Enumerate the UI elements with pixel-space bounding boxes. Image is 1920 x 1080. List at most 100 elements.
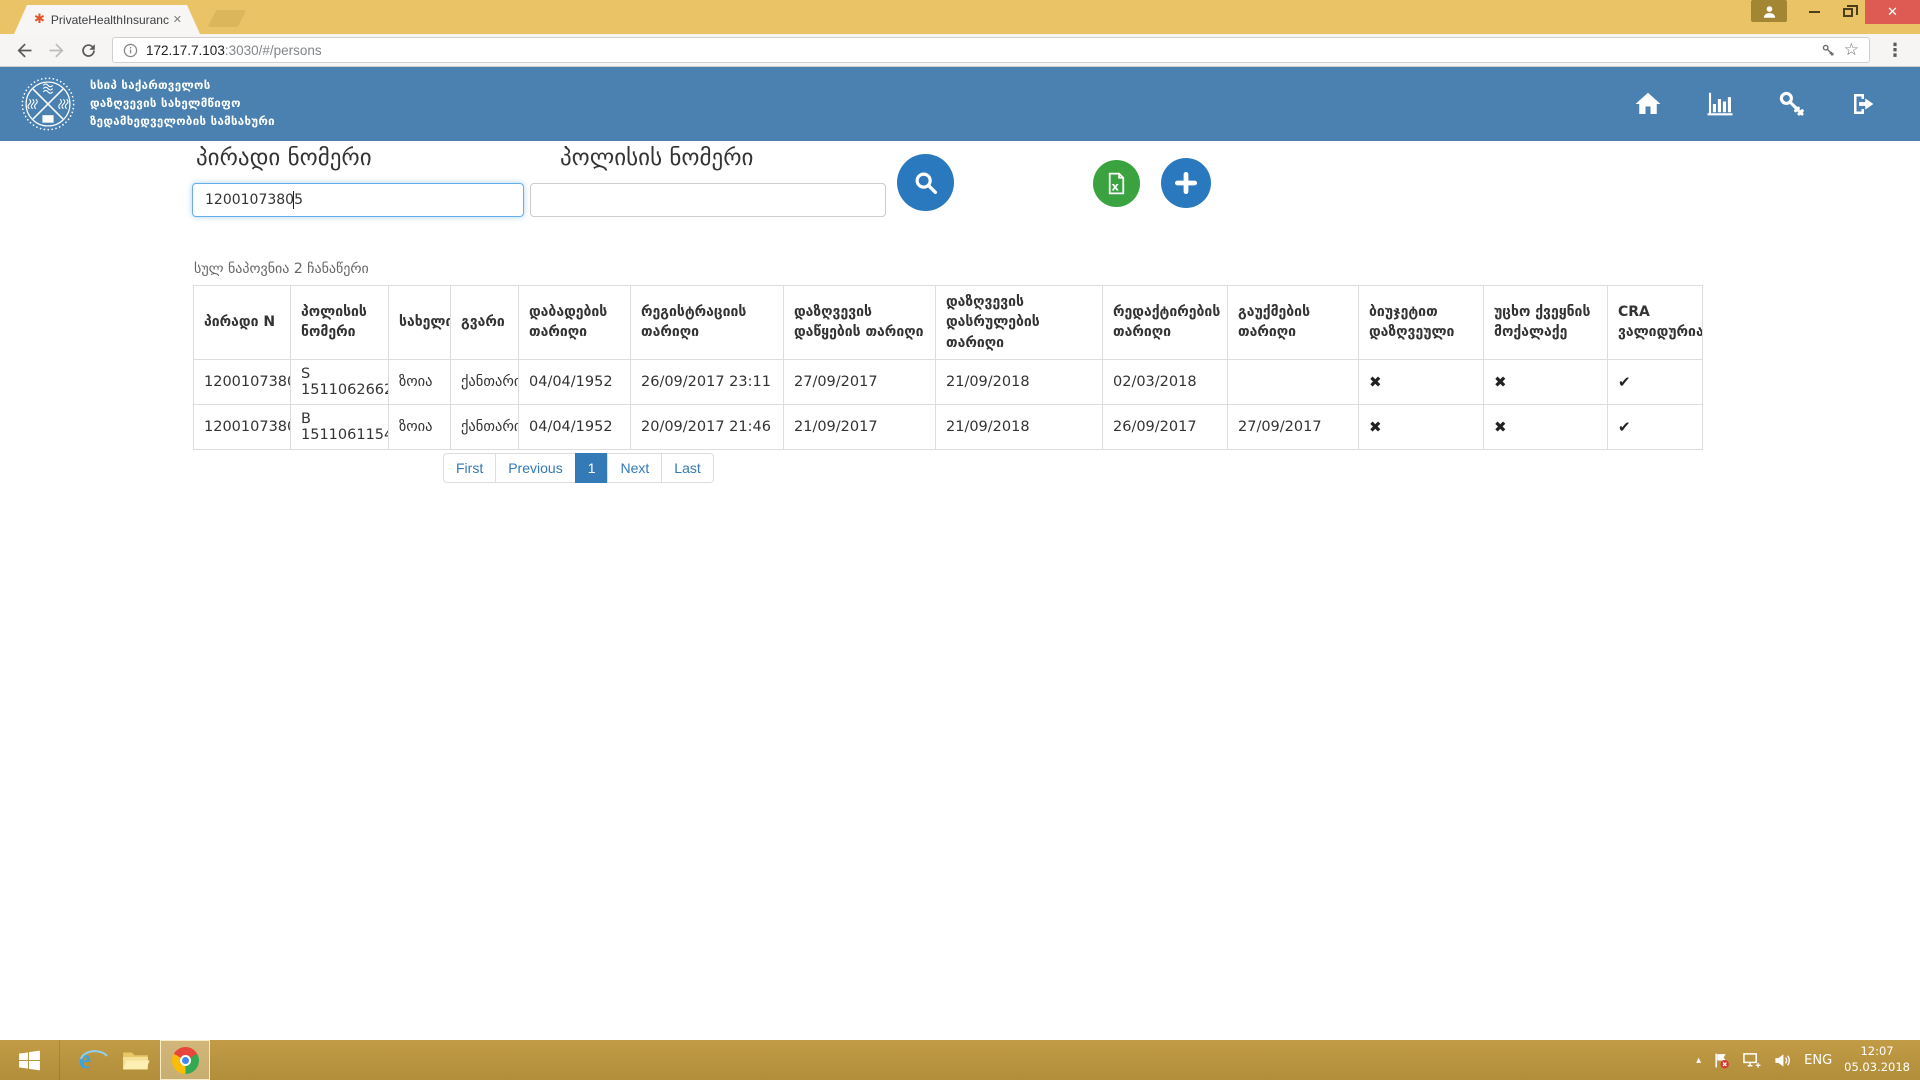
minimize-button[interactable] [1797, 0, 1831, 24]
pagination-button-previous[interactable]: Previous [495, 453, 575, 483]
tab-favicon-icon: ✱ [34, 12, 45, 27]
bookmark-star-icon[interactable]: ☆ [1844, 40, 1859, 60]
pagination-button-next[interactable]: Next [607, 453, 662, 483]
boolean-cell: ✔ [1608, 404, 1703, 449]
boolean-cell: ✖ [1359, 404, 1484, 449]
password-key-icon[interactable] [1821, 43, 1836, 58]
table-cell: 20/09/2017 21:46 [631, 404, 784, 449]
taskbar-ie-button[interactable]: e [60, 1040, 110, 1080]
forward-icon[interactable] [42, 36, 70, 64]
column-header: გვარი [451, 286, 519, 360]
column-header: დაზღვევის დასრულების თარიღი [936, 286, 1103, 360]
browser-toolbar: 172.17.7.103:3030/#/persons ☆ ⋮ [0, 34, 1920, 67]
window-controls: ✕ [1751, 0, 1920, 24]
results-summary: სულ ნაპოვნია 2 ჩანაწერი [194, 261, 369, 277]
volume-icon[interactable] [1773, 1052, 1792, 1069]
personal-number-input[interactable] [192, 183, 524, 217]
column-header: დაბადების თარიღი [519, 286, 631, 360]
column-header: გაუქმების თარიღი [1228, 286, 1359, 360]
new-tab-button[interactable] [207, 10, 246, 27]
language-indicator[interactable]: ENG [1804, 1053, 1832, 1068]
column-header: სახელი [389, 286, 451, 360]
table-cell: 21/09/2018 [936, 404, 1103, 449]
chrome-icon [172, 1047, 199, 1074]
url-bar[interactable]: 172.17.7.103:3030/#/persons ☆ [112, 37, 1870, 63]
add-person-button[interactable] [1161, 158, 1211, 208]
browser-tab[interactable]: ✱ PrivateHealthInsuranceP ✕ [14, 5, 200, 34]
table-cell: ზოია [389, 404, 451, 449]
excel-file-icon: x [1104, 171, 1129, 196]
boolean-cell: ✖ [1359, 359, 1484, 404]
column-header: პოლისის ნომერი [291, 286, 389, 360]
info-icon[interactable] [123, 43, 138, 58]
search-button[interactable] [897, 154, 954, 211]
table-cell: ქანთარია [451, 359, 519, 404]
pagination-item: First [443, 453, 496, 483]
table-cell: S 1511062662 [291, 359, 389, 404]
reports-chart-icon[interactable] [1704, 88, 1736, 120]
table-row[interactable]: 12001073805B 1511061154ზოიაქანთარია04/04… [194, 404, 1703, 449]
main-content: პირადი ნომერი პოლისის ნომერი x სულ ნაპოვ… [0, 141, 1920, 1040]
back-icon[interactable] [10, 36, 38, 64]
results-table-body: 12001073805S 1511062662ზოიაქანთარია04/04… [194, 359, 1703, 449]
logout-icon[interactable] [1848, 88, 1880, 120]
column-header: უცხო ქვეყნის მოქალაქე [1484, 286, 1608, 360]
clock-date: 05.03.2018 [1844, 1060, 1910, 1076]
boolean-cell: ✖ [1484, 359, 1608, 404]
table-cell: 12001073805 [194, 404, 291, 449]
column-header: რედაქტირების თარიღი [1103, 286, 1228, 360]
network-icon[interactable] [1742, 1052, 1761, 1069]
taskbar-explorer-button[interactable] [110, 1040, 160, 1080]
table-cell: 02/03/2018 [1103, 359, 1228, 404]
plus-icon [1173, 170, 1199, 196]
policy-number-input[interactable] [530, 183, 886, 217]
admin-key-icon[interactable] [1776, 88, 1808, 120]
folder-icon [121, 1049, 150, 1072]
tab-close-icon[interactable]: ✕ [173, 13, 182, 26]
policy-number-label: პოლისის ნომერი [560, 145, 753, 171]
export-excel-button[interactable]: x [1093, 160, 1140, 207]
search-icon [912, 169, 940, 197]
org-name: სსიპ საქართველოს დაზღვევის სახელმწიფო ზე… [90, 77, 275, 130]
close-button[interactable]: ✕ [1865, 0, 1920, 24]
svg-text:x: x [1112, 179, 1120, 193]
refresh-icon[interactable] [74, 36, 102, 64]
table-row[interactable]: 12001073805S 1511062662ზოიაქანთარია04/04… [194, 359, 1703, 404]
action-center-flag-icon[interactable] [1713, 1052, 1730, 1069]
tray-overflow-icon[interactable]: ▴ [1696, 1055, 1701, 1066]
table-cell: 04/04/1952 [519, 359, 631, 404]
pagination-button-first[interactable]: First [443, 453, 496, 483]
windows-logo-icon [17, 1048, 42, 1073]
tab-title: PrivateHealthInsuranceP [51, 13, 169, 27]
table-cell: 26/09/2017 [1103, 404, 1228, 449]
clock-time: 12:07 [1844, 1044, 1910, 1060]
column-header: პირადი N [194, 286, 291, 360]
pagination-button-last[interactable]: Last [661, 453, 713, 483]
app-header: სსიპ საქართველოს დაზღვევის სახელმწიფო ზე… [0, 67, 1920, 141]
table-cell: 27/09/2017 [1228, 404, 1359, 449]
chrome-profile-icon[interactable] [1751, 0, 1787, 22]
home-icon[interactable] [1632, 88, 1664, 120]
pagination-item: 1 [576, 453, 609, 483]
restore-button[interactable] [1831, 0, 1865, 24]
table-cell [1228, 359, 1359, 404]
pagination-item: Previous [496, 453, 575, 483]
pagination-item: Last [662, 453, 713, 483]
chrome-menu-icon[interactable]: ⋮ [1880, 40, 1910, 61]
pagination-button-1[interactable]: 1 [575, 453, 609, 483]
table-cell: 26/09/2017 23:11 [631, 359, 784, 404]
pagination-item: Next [608, 453, 662, 483]
personal-number-label: პირადი ნომერი [196, 145, 372, 171]
table-cell: 21/09/2018 [936, 359, 1103, 404]
start-button[interactable] [0, 1040, 60, 1080]
clock[interactable]: 12:07 05.03.2018 [1844, 1044, 1910, 1075]
org-emblem-icon [20, 76, 76, 132]
boolean-cell: ✔ [1608, 359, 1703, 404]
column-header: დაზღვევის დაწყების თარიღი [784, 286, 936, 360]
column-header: ბიუჯეტით დაზღვეული [1359, 286, 1484, 360]
table-cell: 27/09/2017 [784, 359, 936, 404]
results-table: პირადი Nპოლისის ნომერისახელიგვარიდაბადებ… [193, 285, 1703, 450]
taskbar-chrome-button[interactable] [160, 1040, 210, 1080]
table-cell: 21/09/2017 [784, 404, 936, 449]
table-cell: 12001073805 [194, 359, 291, 404]
